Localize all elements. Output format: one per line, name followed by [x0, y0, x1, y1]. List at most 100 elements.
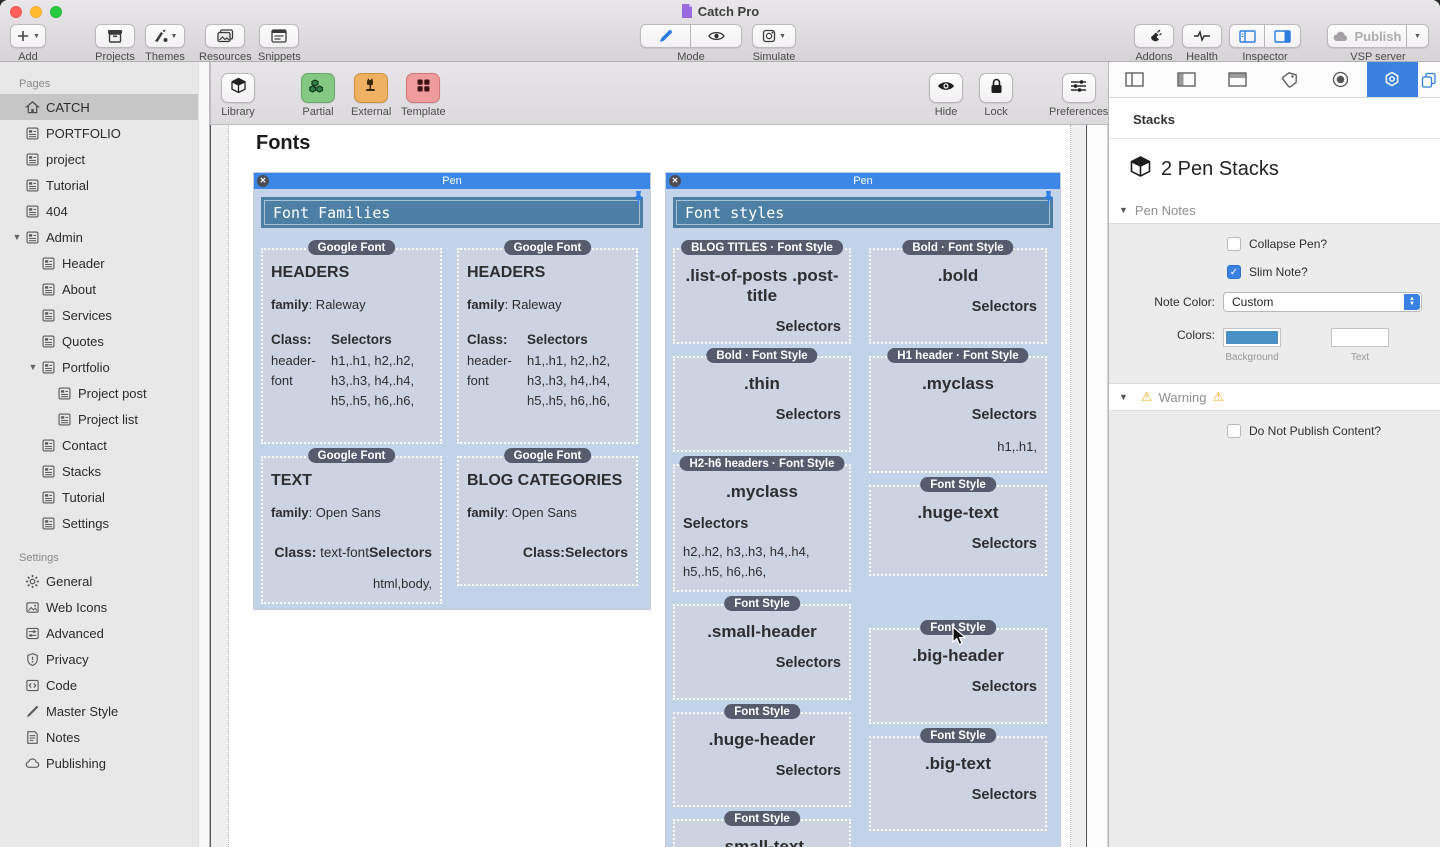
collapse-pen-row: Collapse Pen?	[1109, 230, 1440, 258]
sidebar-item-project-post[interactable]: Project post	[0, 380, 209, 406]
sidebar-item-project-list[interactable]: Project list	[0, 406, 209, 432]
background-color-well[interactable]	[1223, 328, 1281, 347]
sidebar-item-general[interactable]: General	[0, 568, 209, 594]
projects-button[interactable]	[95, 24, 135, 48]
disclosure-triangle-icon[interactable]: ▼	[10, 232, 24, 242]
left-panel-toggle-button[interactable]	[1229, 24, 1265, 48]
sidebar-item-label: Admin	[46, 230, 83, 245]
sidebar-item-about[interactable]: About	[0, 276, 209, 302]
pen-note-header[interactable]: Font styles	[673, 197, 1053, 228]
sidebar-item-settings[interactable]: Settings	[0, 510, 209, 536]
sidebar-item-404[interactable]: 404	[0, 198, 209, 224]
selectors-header: Selectors	[683, 655, 841, 671]
partial-button[interactable]	[301, 73, 335, 103]
sidebar-item-admin[interactable]: ▼ Admin	[0, 224, 209, 250]
hide-button[interactable]	[929, 73, 963, 103]
stack-blog-titles-font-style[interactable]: BLOG TITLES · Font Style.list-of-posts .…	[673, 248, 851, 344]
stack-h2-h6-headers-font-style[interactable]: H2-h6 headers · Font Style.myclassSelect…	[673, 464, 851, 592]
lock-button[interactable]	[979, 73, 1013, 103]
stack-h1-header-font-style[interactable]: H1 header · Font Style.myclassSelectorsh…	[869, 356, 1047, 473]
selectors-header: Selectors	[879, 299, 1037, 315]
sidebar-item-master-style[interactable]: Master Style	[0, 698, 209, 724]
library-button[interactable]	[221, 73, 255, 103]
tab-stacks-settings[interactable]	[1367, 62, 1419, 97]
stack-font-style[interactable]: Font Style.huge-headerSelectors	[673, 712, 851, 807]
stack-font-style[interactable]: Font Style.small-headerSelectors	[673, 604, 851, 700]
preferences-button[interactable]	[1062, 73, 1096, 103]
slim-note-checkbox[interactable]: ✓	[1227, 265, 1241, 279]
right-panel-toggle-button[interactable]	[1265, 24, 1301, 48]
warning-section-header[interactable]: ▼ ⚠ Warning ⚠	[1109, 384, 1440, 410]
sidebar-item-portfolio[interactable]: PORTFOLIO	[0, 120, 209, 146]
sidebar-item-notes[interactable]: Notes	[0, 724, 209, 750]
publish-button[interactable]: Publish	[1327, 24, 1407, 48]
pen-notes-section-header[interactable]: ▼ Pen Notes	[1109, 197, 1440, 223]
sidebar-item-code[interactable]: Code	[0, 672, 209, 698]
sidebar-item-quotes[interactable]: Quotes	[0, 328, 209, 354]
external-button[interactable]	[354, 73, 388, 103]
pen-titlebar[interactable]: ✕ Pen	[666, 173, 1060, 189]
tab-page-settings[interactable]	[1109, 62, 1161, 97]
stack-bold-font-style[interactable]: Bold · Font Style.thinSelectors	[673, 356, 851, 452]
stack-font-style[interactable]: Font Style.huge-textSelectors	[869, 485, 1047, 576]
text-color-well[interactable]	[1331, 328, 1389, 347]
close-icon[interactable]: ✕	[669, 175, 681, 187]
stack-google-font[interactable]: Google FontHEADERSfamily: RalewayClass:S…	[457, 248, 638, 444]
sidebar-item-label: General	[46, 574, 92, 589]
preview-mode-button[interactable]	[691, 24, 742, 48]
sidebar-scrollbar[interactable]	[198, 62, 209, 847]
page-content[interactable]: Fonts ✕ Pen Font Families Google FontHEA…	[228, 125, 1071, 847]
tab-header-settings[interactable]	[1212, 62, 1264, 97]
stack-google-font[interactable]: Google FontTEXTfamily: Open SansClass: t…	[261, 456, 442, 604]
tab-metadata[interactable]	[1264, 62, 1316, 97]
mode-group: Mode	[640, 24, 742, 63]
simulate-button[interactable]: ▼	[752, 24, 796, 48]
sidebar-item-web-icons[interactable]: Web Icons	[0, 594, 209, 620]
add-button[interactable]: ▼	[10, 24, 46, 48]
canvas-scrollbar[interactable]	[1087, 125, 1108, 847]
stack-google-font[interactable]: Google FontBLOG CATEGORIESfamily: Open S…	[457, 456, 638, 586]
stack-google-font[interactable]: Google FontHEADERSfamily: RalewayClass:S…	[261, 248, 442, 444]
pen-titlebar[interactable]: ✕ Pen	[254, 173, 650, 189]
collapse-pen-checkbox[interactable]	[1227, 237, 1241, 251]
pen-window-font-families[interactable]: ✕ Pen Font Families Google FontHEADERSfa…	[254, 173, 650, 609]
sidebar-item-publishing[interactable]: Publishing	[0, 750, 209, 776]
tab-copy[interactable]	[1418, 62, 1440, 97]
template-grid-icon-button[interactable]	[406, 73, 440, 103]
tab-sidebar-settings[interactable]	[1161, 62, 1213, 97]
sidebar-item-header[interactable]: Header	[0, 250, 209, 276]
pen-note-header[interactable]: Font Families	[261, 197, 643, 228]
stack-font-style[interactable]: Font Style.big-textSelectors	[869, 736, 1047, 831]
tab-theme[interactable]	[1315, 62, 1367, 97]
health-button[interactable]	[1182, 24, 1222, 48]
themes-button[interactable]: ▼	[145, 24, 185, 48]
sidebar-item-stacks[interactable]: Stacks	[0, 458, 209, 484]
edit-mode-button[interactable]	[640, 24, 691, 48]
snippets-button[interactable]	[259, 24, 299, 48]
pin-icon[interactable]	[1042, 190, 1055, 211]
do-not-publish-checkbox[interactable]	[1227, 424, 1241, 438]
sidebar-item-project[interactable]: project	[0, 146, 209, 172]
sidebar-item-contact[interactable]: Contact	[0, 432, 209, 458]
sidebar-item-privacy[interactable]: Privacy	[0, 646, 209, 672]
sidebar-item-catch[interactable]: CATCH	[0, 94, 209, 120]
disclosure-triangle-icon[interactable]: ▼	[26, 362, 40, 372]
sliders-icon	[1070, 79, 1087, 98]
pen-window-font-styles[interactable]: ✕ Pen Font styles BLOG TITLES · Font Sty…	[666, 173, 1060, 847]
close-icon[interactable]: ✕	[257, 175, 269, 187]
publish-group: Publish ▼ VSP server	[1327, 24, 1429, 63]
addons-button[interactable]	[1134, 24, 1174, 48]
sidebar-item-tutorial[interactable]: Tutorial	[0, 484, 209, 510]
stack-font-style[interactable]: Font Style.big-headerSelectors	[869, 628, 1047, 724]
sidebar-item-portfolio[interactable]: ▼Portfolio	[0, 354, 209, 380]
resources-button[interactable]	[205, 24, 245, 48]
stack-font-style[interactable]: Font Style.small-text	[673, 819, 851, 847]
sidebar-item-advanced[interactable]: Advanced	[0, 620, 209, 646]
editor-canvas[interactable]: Fonts ✕ Pen Font Families Google FontHEA…	[210, 125, 1087, 847]
stack-bold-font-style[interactable]: Bold · Font Style.boldSelectors	[869, 248, 1047, 344]
publish-dropdown-button[interactable]: ▼	[1407, 24, 1429, 48]
pin-icon[interactable]	[632, 190, 645, 211]
sidebar-item-tutorial[interactable]: Tutorial	[0, 172, 209, 198]
sidebar-item-services[interactable]: Services	[0, 302, 209, 328]
note-color-select[interactable]: Custom ▲▼	[1223, 292, 1422, 312]
